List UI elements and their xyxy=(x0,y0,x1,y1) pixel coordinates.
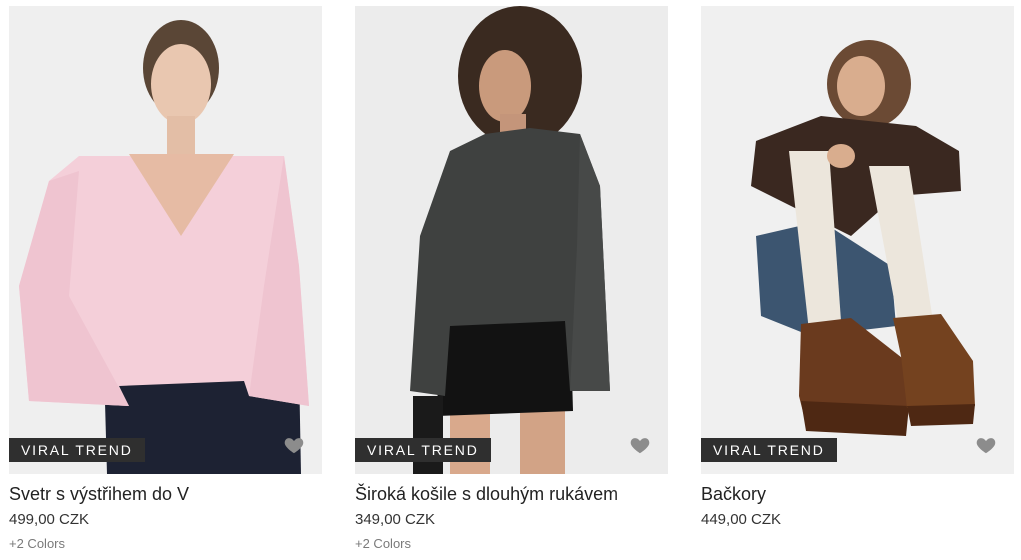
product-price: 349,00 CZK xyxy=(355,511,436,528)
product-name[interactable]: Svetr s výstřihem do V xyxy=(9,483,322,505)
heart-icon[interactable] xyxy=(629,434,651,456)
product-image[interactable]: VIRAL TREND xyxy=(701,6,1014,474)
product-name[interactable]: Bačkory xyxy=(701,483,1014,505)
product-image[interactable]: VIRAL TREND xyxy=(355,6,668,474)
model-illustration xyxy=(701,6,1014,474)
model-illustration xyxy=(355,6,668,474)
product-price: 449,00 CZK xyxy=(701,511,782,528)
product-price: 499,00 CZK xyxy=(9,511,90,528)
color-count: +2 Colors xyxy=(9,536,65,551)
viral-trend-badge: VIRAL TREND xyxy=(9,438,145,462)
heart-icon[interactable] xyxy=(283,434,305,456)
viral-trend-badge: VIRAL TREND xyxy=(355,438,491,462)
viral-trend-badge: VIRAL TREND xyxy=(701,438,837,462)
color-count: +2 Colors xyxy=(355,536,411,551)
product-image[interactable]: VIRAL TREND xyxy=(9,6,322,474)
product-grid: VIRAL TREND Svetr s výstřihem do V 499,0… xyxy=(0,0,1021,560)
model-illustration xyxy=(9,6,322,474)
product-name[interactable]: Široká košile s dlouhým rukávem xyxy=(355,483,668,505)
heart-icon[interactable] xyxy=(975,434,997,456)
